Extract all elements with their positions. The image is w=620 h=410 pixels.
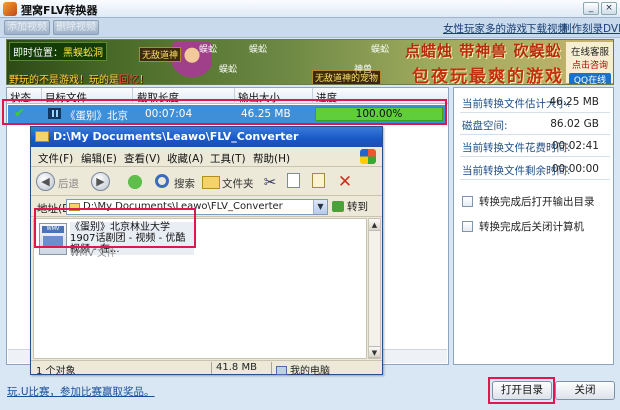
status-size: 41.8 MB xyxy=(216,362,257,373)
forward-arrow-icon[interactable]: ▶ xyxy=(91,172,110,191)
address-value: D:\My Documents\Leawo\FLV_Converter xyxy=(83,201,283,212)
status-object-count: 1 个对象 xyxy=(36,366,76,377)
close-window-button[interactable]: × xyxy=(601,2,617,15)
folder-icon xyxy=(35,131,49,142)
delete-icon[interactable]: ✕ xyxy=(336,173,354,191)
film-icon xyxy=(48,108,61,119)
folders-button-label[interactable]: 文件夹 xyxy=(222,176,254,191)
main-toolbar: 添加视频 删除视频 女性玩家多的游戏 下载视频 制作刻录DVD xyxy=(0,18,620,38)
col-progress[interactable]: 进度 xyxy=(316,90,337,105)
menu-favorites[interactable]: 收藏(A) xyxy=(167,151,203,166)
back-button-label[interactable]: 后退 xyxy=(58,176,79,191)
banner-tag: 蜈蚣 xyxy=(371,45,390,55)
stat-remaining-time-value: 00:00:00 xyxy=(551,163,599,175)
table-row[interactable]: ✔ 《蛋别》北京 00:07:04 46.25 MB 100.00% xyxy=(8,105,447,123)
wmv-file-icon: WMV xyxy=(39,223,67,255)
list-item[interactable]: WMV 《蛋别》北京林业大学1907话剧团 - 视频 - 优酷视频 - 在...… xyxy=(36,220,196,260)
window-controls: _ × xyxy=(583,2,617,15)
open-directory-button[interactable]: 打开目录 xyxy=(492,381,552,400)
cut-icon[interactable]: ✂ xyxy=(261,173,279,191)
banner-tagline: 野玩的不是游戏！玩的是回忆！ xyxy=(9,75,149,85)
progress-bar: 100.00% xyxy=(315,107,443,121)
explorer-window[interactable]: D:\My Documents\Leawo\FLV_Converter 文件(F… xyxy=(30,126,383,377)
window-title: 狸窝FLV转换器 xyxy=(21,4,98,17)
open-output-dir-checkbox[interactable]: 转换完成后打开输出目录 xyxy=(462,194,595,209)
service-title: 在线客服 xyxy=(570,47,609,58)
col-target-file[interactable]: 目标文件 xyxy=(45,90,87,105)
banner-tag: 蜈蚣 xyxy=(199,45,218,55)
row-length: 00:07:04 xyxy=(145,108,193,120)
go-button[interactable]: 转到 xyxy=(332,199,378,215)
female-games-link[interactable]: 女性玩家多的游戏 xyxy=(443,21,527,36)
stat-estimated-size-value: 46.25 MB xyxy=(549,96,599,108)
search-button-label[interactable]: 搜索 xyxy=(174,176,195,191)
scroll-down-icon[interactable]: ▼ xyxy=(369,346,380,358)
online-service-button[interactable]: 在线客服 点击咨询 QQ在线 xyxy=(565,41,613,84)
windows-logo-icon xyxy=(360,149,376,164)
stats-panel: 当前转换文件估计大小: 46.25 MB 磁盘空间: 86.02 GB 当前转换… xyxy=(453,87,614,365)
menu-view[interactable]: 查看(V) xyxy=(124,151,160,166)
go-arrow-icon xyxy=(332,201,344,212)
checkbox-box[interactable] xyxy=(462,221,473,232)
file-list-area[interactable]: WMV 《蛋别》北京林业大学1907话剧团 - 视频 - 优酷视频 - 在...… xyxy=(33,218,367,359)
scroll-up-icon[interactable]: ▲ xyxy=(369,219,380,231)
title-bar: 狸窝FLV转换器 _ × xyxy=(0,0,620,18)
file-type: WMV 文件 xyxy=(70,248,117,259)
status-location: 我的电脑 xyxy=(276,362,330,377)
explorer-menubar: 文件(F) 编辑(E) 查看(V) 收藏(A) 工具(T) 帮助(H) xyxy=(31,147,382,167)
add-video-button[interactable]: 添加视频 xyxy=(4,20,50,35)
row-output-size: 46.25 MB xyxy=(241,108,291,120)
address-bar: 地址(D) D:\My Documents\Leawo\FLV_Converte… xyxy=(31,197,382,217)
up-folder-icon[interactable] xyxy=(126,173,144,191)
app-logo-icon xyxy=(3,2,17,16)
menu-tools[interactable]: 工具(T) xyxy=(210,151,246,166)
copy-icon[interactable] xyxy=(287,173,300,188)
list-header: 状态 目标文件 截取长度 输出大小 进度 xyxy=(7,88,448,104)
delete-video-button[interactable]: 删除视频 xyxy=(53,20,99,35)
address-input[interactable]: D:\My Documents\Leawo\FLV_Converter ▼ xyxy=(66,199,328,215)
file-list-scrollbar[interactable]: ▲ ▼ xyxy=(368,218,381,359)
stat-disk-space-label: 磁盘空间: xyxy=(462,120,508,132)
explorer-title: D:\My Documents\Leawo\FLV_Converter xyxy=(53,130,299,143)
computer-icon xyxy=(276,366,287,375)
close-button[interactable]: 关闭 xyxy=(555,381,615,400)
folders-icon[interactable] xyxy=(202,176,220,189)
banner-tag: 神兽 xyxy=(354,65,373,75)
banner-tag: 蜈蚣 xyxy=(219,65,238,75)
banner-slogan-line1: 点蜡烛 带神兽 砍蜈蚣 xyxy=(405,42,562,60)
banner-slogan-line2: 包夜玩最爽的游戏 xyxy=(412,67,564,85)
contest-link[interactable]: 玩.U比赛，参加比赛赢取奖品。 xyxy=(7,384,155,399)
explorer-status-bar: 1 个对象 41.8 MB 我的电脑 xyxy=(31,360,382,377)
explorer-toolbar: ◀ 后退 ▶ 搜索 文件夹 ✂ ✕ xyxy=(31,168,382,196)
menu-edit[interactable]: 编辑(E) xyxy=(81,151,117,166)
col-length[interactable]: 截取长度 xyxy=(137,90,179,105)
menu-file[interactable]: 文件(F) xyxy=(38,151,73,166)
back-arrow-icon[interactable]: ◀ xyxy=(36,172,55,191)
menu-help[interactable]: 帮助(H) xyxy=(253,151,290,166)
col-status[interactable]: 状态 xyxy=(10,90,31,105)
qq-online-badge: QQ在线 xyxy=(569,73,611,84)
ad-banner[interactable]: 即时位置：黑蜈蚣洞 无敌道神 蜈蚣 蜈蚣 无敌道神的宠物 蜈蚣 神兽 蜈蚣 野玩… xyxy=(6,39,614,85)
progress-text: 100.00% xyxy=(355,108,403,120)
stat-elapsed-time-value: 00:02:41 xyxy=(551,140,599,152)
service-sub: 点击咨询 xyxy=(571,61,608,71)
minimize-button[interactable]: _ xyxy=(583,2,599,15)
banner-tag: 蜈蚣 xyxy=(249,45,268,55)
row-target-file: 《蛋别》北京 xyxy=(65,110,128,122)
check-icon: ✔ xyxy=(14,106,25,121)
shutdown-after-checkbox[interactable]: 转换完成后关闭计算机 xyxy=(462,219,584,234)
search-icon[interactable] xyxy=(155,174,169,188)
chevron-down-icon[interactable]: ▼ xyxy=(313,200,327,214)
banner-location: 即时位置：黑蜈蚣洞 xyxy=(9,42,107,61)
explorer-title-bar[interactable]: D:\My Documents\Leawo\FLV_Converter xyxy=(31,127,382,147)
paste-icon[interactable] xyxy=(312,173,325,188)
checkbox-box[interactable] xyxy=(462,196,473,207)
stat-disk-space-value: 86.02 GB xyxy=(550,118,599,130)
banner-tag: 无敌道神 xyxy=(139,47,182,62)
burn-dvd-link[interactable]: 制作刻录DVD xyxy=(561,21,620,36)
folder-icon xyxy=(69,203,80,211)
col-output-size[interactable]: 输出大小 xyxy=(238,90,280,105)
